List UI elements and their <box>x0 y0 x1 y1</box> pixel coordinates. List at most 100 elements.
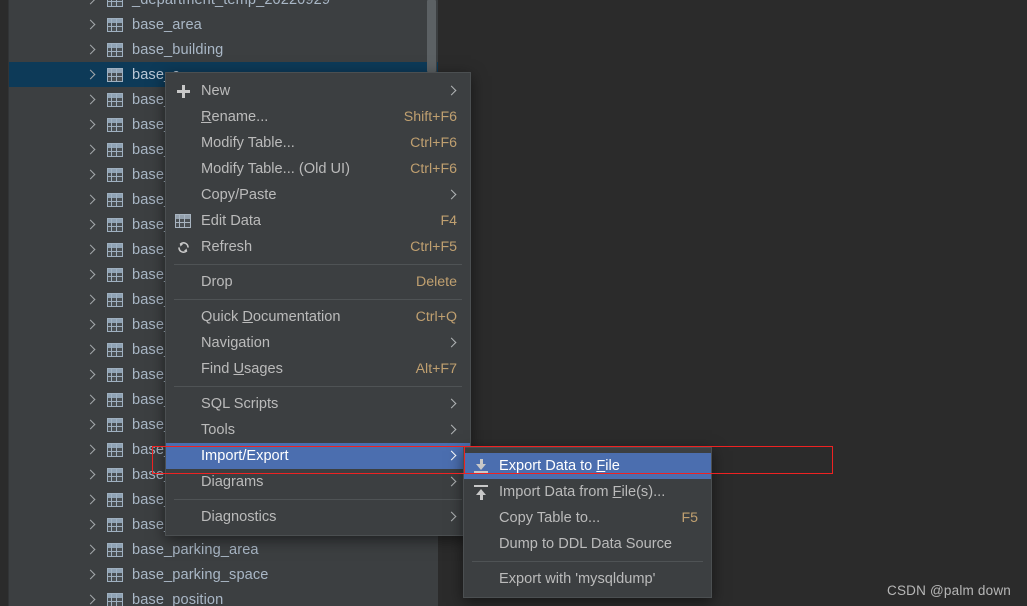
menu-item-icon-empty <box>171 360 195 378</box>
chevron-right-icon[interactable] <box>84 568 98 582</box>
context-menu-item-navigation[interactable]: Navigation <box>166 330 470 356</box>
table-context-menu[interactable]: New Rename... Shift+F6 Modify Table... Ctrl+… <box>165 72 471 536</box>
menu-item-label: Diagrams <box>201 474 264 490</box>
submenu-item-export-data-to-file[interactable]: Export Data to File <box>464 453 711 479</box>
upload-icon <box>474 484 488 500</box>
context-menu-item-find-usages[interactable]: Find Usages Alt+F7 <box>166 356 470 382</box>
context-menu-item-new[interactable]: New <box>166 78 470 104</box>
menu-item-shortcut: Ctrl+F6 <box>410 135 457 151</box>
submenu-item-copy-table-to[interactable]: Copy Table to... F5 <box>464 505 711 531</box>
plus-icon <box>171 82 195 100</box>
menu-item-label: Modify Table... <box>201 135 295 151</box>
application-window: _department_temp_20220929 base_area base_b… <box>0 0 1027 606</box>
watermark-text: CSDN @palm down <box>887 583 1011 598</box>
menu-item-label: Copy Table to... <box>499 510 601 526</box>
menu-item-label: Quick Documentation <box>201 309 341 325</box>
chevron-right-icon[interactable] <box>84 43 98 57</box>
import-export-submenu[interactable]: Export Data to File Import Data from File… <box>463 447 712 598</box>
context-menu-item-diagrams[interactable]: Diagrams <box>166 469 470 495</box>
chevron-right-icon[interactable] <box>84 193 98 207</box>
chevron-right-icon[interactable] <box>84 493 98 507</box>
mnemonic-char: F <box>596 458 606 474</box>
chevron-right-icon[interactable] <box>84 468 98 482</box>
table-icon <box>107 367 123 382</box>
menu-item-icon-empty <box>171 308 195 326</box>
context-menu-item-modify-table-old-ui[interactable]: Modify Table... (Old UI) Ctrl+F6 <box>166 156 470 182</box>
table-icon <box>107 492 123 507</box>
chevron-right-icon[interactable] <box>84 18 98 32</box>
context-menu-separator <box>174 499 462 500</box>
chevron-right-icon[interactable] <box>84 343 98 357</box>
context-menu-item-refresh[interactable]: Refresh Ctrl+F5 <box>166 234 470 260</box>
menu-item-icon-empty <box>171 134 195 152</box>
context-menu-item-quick-documentation[interactable]: Quick Documentation Ctrl+Q <box>166 304 470 330</box>
submenu-item-export-with-mysqldump[interactable]: Export with 'mysqldump' <box>464 566 711 592</box>
tree-row[interactable]: base_parking_space <box>9 562 438 587</box>
menu-item-icon-empty <box>469 570 493 588</box>
chevron-right-icon <box>447 512 457 522</box>
chevron-right-icon <box>447 190 457 200</box>
chevron-right-icon[interactable] <box>84 218 98 232</box>
chevron-right-icon[interactable] <box>84 368 98 382</box>
context-menu-item-edit-data[interactable]: Edit Data F4 <box>166 208 470 234</box>
tree-row[interactable]: base_area <box>9 12 438 37</box>
chevron-right-icon[interactable] <box>84 143 98 157</box>
submenu-item-dump-to-ddl-data-source[interactable]: Dump to DDL Data Source <box>464 531 711 557</box>
chevron-right-icon[interactable] <box>84 168 98 182</box>
menu-item-label: Export Data to File <box>499 458 620 474</box>
chevron-right-icon[interactable] <box>84 293 98 307</box>
chevron-right-icon[interactable] <box>84 268 98 282</box>
chevron-right-icon <box>447 86 457 96</box>
submenu-separator <box>472 561 703 562</box>
chevron-right-icon[interactable] <box>84 0 98 7</box>
table-icon <box>107 17 123 32</box>
context-menu-item-copy-paste[interactable]: Copy/Paste <box>166 182 470 208</box>
tree-item-label: base_parking_area <box>132 541 259 558</box>
menu-item-shortcut: F4 <box>440 213 457 229</box>
menu-item-label: Refresh <box>201 239 253 255</box>
menu-item-shortcut: F5 <box>681 510 698 526</box>
chevron-right-icon[interactable] <box>84 243 98 257</box>
table-icon <box>107 292 123 307</box>
chevron-right-icon[interactable] <box>84 118 98 132</box>
menu-item-icon-empty <box>469 535 493 553</box>
chevron-right-icon[interactable] <box>84 518 98 532</box>
chevron-right-icon[interactable] <box>84 593 98 606</box>
chevron-right-icon[interactable] <box>84 68 98 82</box>
chevron-right-icon[interactable] <box>84 393 98 407</box>
chevron-right-icon[interactable] <box>84 318 98 332</box>
submenu-item-import-data-from-file-s[interactable]: Import Data from File(s)... <box>464 479 711 505</box>
tree-scrollbar-thumb[interactable] <box>427 0 436 72</box>
context-menu-item-diagnostics[interactable]: Diagnostics <box>166 504 470 530</box>
context-menu-item-modify-table[interactable]: Modify Table... Ctrl+F6 <box>166 130 470 156</box>
context-menu-item-sql-scripts[interactable]: SQL Scripts <box>166 391 470 417</box>
mnemonic-char: D <box>242 309 253 325</box>
menu-item-shortcut: Delete <box>415 274 457 290</box>
chevron-right-icon[interactable] <box>84 93 98 107</box>
chevron-right-icon[interactable] <box>84 543 98 557</box>
context-menu-item-import-export[interactable]: Import/Export <box>166 443 470 469</box>
context-menu-item-tools[interactable]: Tools <box>166 417 470 443</box>
menu-item-shortcut: Ctrl+F6 <box>410 161 457 177</box>
menu-item-label: Diagnostics <box>201 509 277 525</box>
tree-row[interactable]: _department_temp_20220929 <box>9 0 438 12</box>
tree-row[interactable]: base_building <box>9 37 438 62</box>
tree-row[interactable]: base_parking_area <box>9 537 438 562</box>
grid-icon <box>175 214 191 228</box>
context-menu-separator <box>174 264 462 265</box>
menu-item-shortcut: Ctrl+F5 <box>410 239 457 255</box>
menu-item-icon-empty <box>171 421 195 439</box>
table-icon <box>107 42 123 57</box>
context-menu-separator <box>174 299 462 300</box>
chevron-right-icon[interactable] <box>84 418 98 432</box>
context-menu-item-drop[interactable]: Drop Delete <box>166 269 470 295</box>
chevron-right-icon[interactable] <box>84 443 98 457</box>
menu-item-label: New <box>201 83 231 99</box>
menu-item-shortcut: Shift+F6 <box>403 109 457 125</box>
context-menu-item-rename[interactable]: Rename... Shift+F6 <box>166 104 470 130</box>
menu-item-label: Edit Data <box>201 213 262 229</box>
tree-row[interactable]: base_position <box>9 587 438 606</box>
table-icon <box>107 0 123 7</box>
mnemonic-char: U <box>233 361 244 377</box>
menu-item-icon-empty <box>171 447 195 465</box>
